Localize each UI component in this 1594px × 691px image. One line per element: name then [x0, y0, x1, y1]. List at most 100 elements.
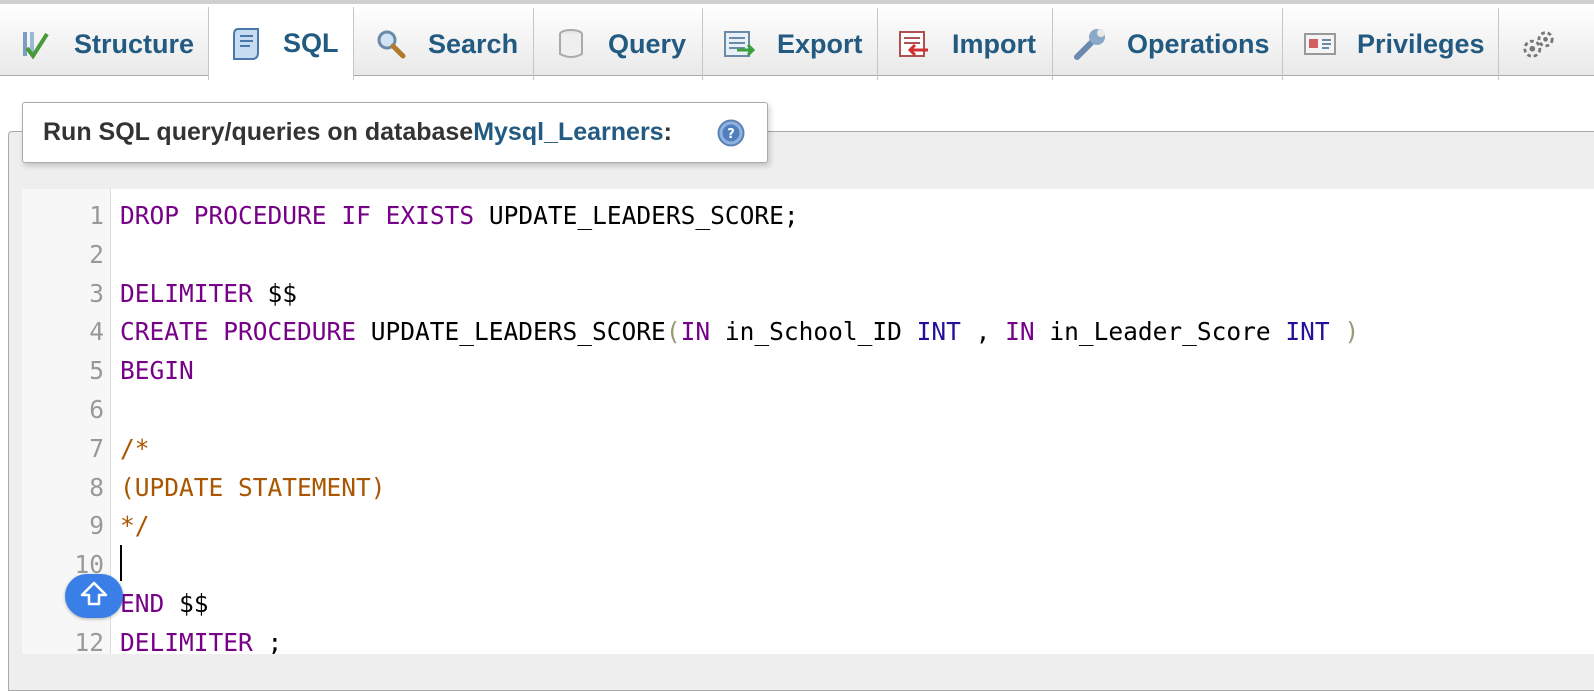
code-token: /* — [120, 433, 150, 463]
code-token: BEGIN — [120, 356, 194, 386]
code-token: (UPDATE STATEMENT) — [120, 472, 386, 502]
import-icon — [898, 27, 932, 61]
code-token: DROP — [120, 201, 180, 230]
title-prefix: Run SQL query/queries on database — [43, 118, 474, 146]
privileges-icon — [1303, 27, 1337, 61]
code-token: IN — [1005, 317, 1035, 347]
code-token: PROCEDURE — [193, 201, 327, 230]
code-token: in_Leader_Score — [1034, 317, 1286, 347]
code-text: DELIMITER ; — [120, 623, 282, 654]
code-line: 12 DELIMITER ; — [22, 623, 1594, 654]
tab-import[interactable]: Import — [878, 8, 1053, 80]
tab-label: Search — [428, 28, 519, 59]
help-icon[interactable]: ? — [717, 119, 745, 147]
code-token: CREATE — [120, 317, 209, 347]
search-icon — [374, 27, 408, 61]
code-line: 10 — [22, 545, 1594, 584]
sql-panel-title: Run SQL query/queries on database Mysql_… — [22, 102, 768, 163]
arrow-up-icon — [79, 579, 109, 614]
svg-text:?: ? — [727, 127, 735, 142]
code-token: UPDATE_LEADERS_SCORE — [356, 317, 666, 347]
code-token: DELIMITER — [120, 627, 253, 654]
tab-sql[interactable]: SQL — [208, 7, 354, 80]
code-text: BEGIN — [120, 351, 194, 390]
tab-label: Import — [952, 28, 1036, 59]
line-number: 6 — [89, 395, 104, 424]
code-token: UPDATE_LEADERS_SCORE; — [474, 201, 799, 230]
line-number: 9 — [89, 511, 104, 541]
line-number: 2 — [89, 239, 104, 269]
code-token: IN — [680, 317, 711, 347]
tab-label: Operations — [1127, 28, 1270, 59]
code-line: 6 — [22, 390, 1594, 429]
tab-label: SQL — [283, 28, 339, 58]
tab-query[interactable]: Query — [534, 8, 703, 80]
code-token: $$ — [252, 278, 298, 308]
code-text: */ — [120, 506, 150, 545]
line-number: 5 — [89, 356, 104, 386]
tab-label: Query — [608, 28, 687, 59]
tab-label: Export — [777, 28, 863, 59]
code-line: 2 — [22, 235, 1594, 274]
tab-label: Structure — [74, 28, 195, 59]
code-token: in_School_ID — [710, 317, 917, 347]
code-line: 3 DELIMITER $$ — [22, 274, 1594, 313]
export-icon — [723, 27, 757, 61]
line-number: 8 — [89, 472, 104, 502]
text-cursor — [120, 545, 122, 581]
code-line: 4 CREATE PROCEDURE UPDATE_LEADERS_SCORE(I… — [22, 312, 1594, 351]
code-token: IF — [341, 201, 371, 230]
tab-structure[interactable]: Structure — [0, 8, 209, 80]
code-token: ) — [1344, 317, 1360, 347]
code-line: 9 */ — [22, 506, 1594, 545]
code-text: DELIMITER $$ — [120, 274, 297, 313]
code-line: 5 BEGIN — [22, 351, 1594, 390]
code-text: /* — [120, 429, 150, 468]
sql-icon — [229, 27, 263, 61]
code-token: DELIMITER — [120, 278, 253, 308]
code-token: EXISTS — [385, 201, 475, 230]
database-link[interactable]: Mysql_Learners — [473, 118, 663, 147]
line-number: 1 — [89, 201, 104, 230]
tab-export[interactable]: Export — [703, 8, 878, 80]
sql-code-editor[interactable]: 1 DROP PROCEDURE IF EXISTS UPDATE_LEADERS… — [22, 189, 1594, 654]
code-token: INT — [1285, 317, 1330, 347]
line-number: 3 — [89, 278, 104, 308]
tab-routines[interactable] — [1499, 8, 1594, 80]
code-token: INT — [916, 317, 961, 347]
code-text: DROP PROCEDURE IF EXISTS UPDATE_LEADERS_… — [120, 196, 799, 235]
query-icon — [554, 27, 588, 61]
code-token: ; — [252, 627, 283, 654]
code-text: (UPDATE STATEMENT) — [120, 468, 386, 507]
tab-privileges[interactable]: Privileges — [1283, 8, 1499, 80]
code-token: */ — [120, 511, 150, 541]
code-line: 11END $$ — [22, 584, 1594, 623]
code-text: CREATE PROCEDURE UPDATE_LEADERS_SCORE(IN… — [120, 312, 1359, 351]
code-token: END — [120, 589, 165, 618]
code-text: END $$ — [120, 584, 209, 623]
code-token: , — [960, 317, 1006, 347]
routines-icon — [1521, 27, 1555, 61]
code-token: ( — [665, 317, 681, 347]
tab-search[interactable]: Search — [354, 8, 534, 80]
tab-bar: Structure SQL Search Query Export Import — [0, 0, 1594, 80]
tab-operations[interactable]: Operations — [1053, 8, 1283, 80]
tab-label: Privileges — [1357, 28, 1485, 59]
operations-icon — [1073, 27, 1107, 61]
line-number: 4 — [89, 317, 104, 347]
code-line: 8 (UPDATE STATEMENT) — [22, 468, 1594, 507]
line-number: 12 — [74, 627, 104, 654]
code-token: $$ — [164, 589, 209, 618]
structure-icon — [20, 27, 54, 61]
code-line: 7 /* — [22, 429, 1594, 468]
code-token: PROCEDURE — [223, 317, 357, 347]
code-line: 1 DROP PROCEDURE IF EXISTS UPDATE_LEADERS… — [22, 196, 1594, 235]
line-number: 7 — [89, 433, 104, 463]
title-suffix: : — [663, 118, 672, 146]
scroll-to-top-button[interactable] — [65, 574, 123, 618]
